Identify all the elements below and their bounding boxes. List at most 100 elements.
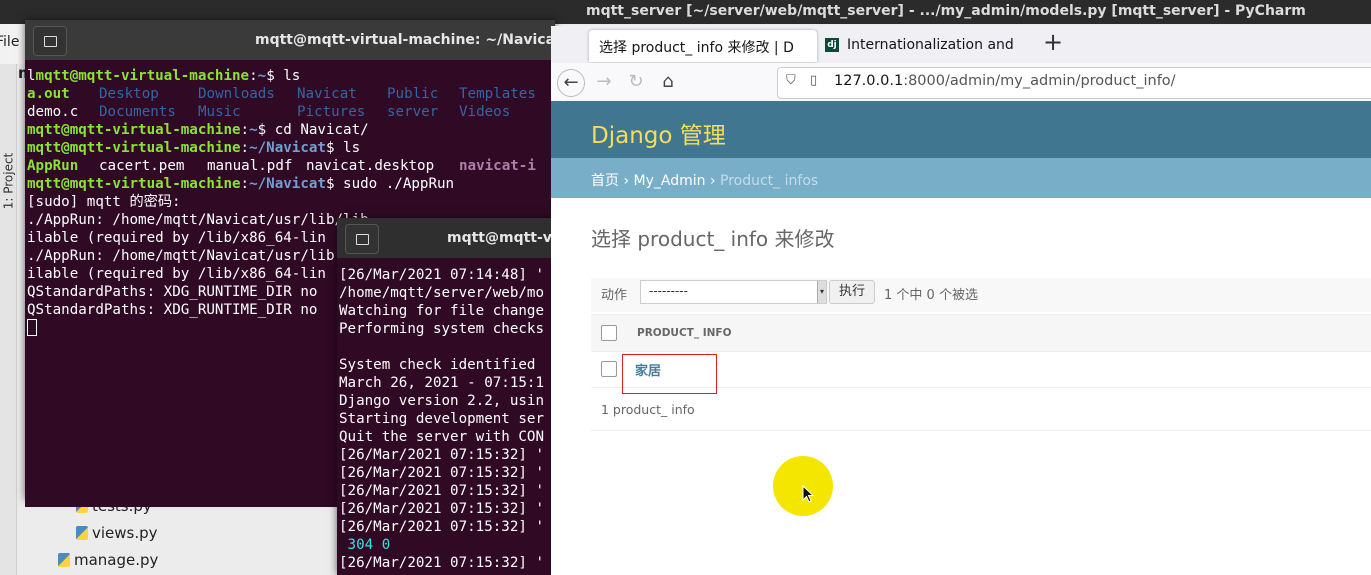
prompt-user: mqtt@mqtt-virtual-machine — [27, 140, 241, 156]
ls-entry: Templates — [459, 86, 536, 102]
prompt-user: mqtt@mqtt-virtual-machine — [27, 176, 241, 192]
breadcrumb-home[interactable]: 首页 — [591, 173, 619, 189]
breadcrumb-app[interactable]: My_Admin — [634, 173, 706, 189]
go-button[interactable]: 执行 — [829, 280, 875, 304]
ls-entry: cacert.pem — [99, 158, 185, 174]
shield-icon[interactable]: ⛉ — [786, 73, 796, 88]
output-line: Django version 2.2, usin — [339, 393, 544, 409]
prompt-user: mqtt@mqtt-virtual-machine — [27, 122, 241, 138]
browser-window[interactable]: 选择 product_ info 来修改 | D dj Internationa… — [551, 26, 1371, 575]
ls-entry: demo.c — [27, 104, 79, 120]
breadcrumb: 首页 › My_Admin › Product_ infos — [551, 158, 1371, 198]
ls-entry: manual.pdf — [207, 158, 293, 174]
terminal-output[interactable]: [26/Mar/2021 07:14:48] ' /home/mqtt/serv… — [337, 258, 553, 575]
file-manage-py[interactable]: manage.py — [58, 551, 158, 569]
breadcrumb-model: Product_ infos — [720, 173, 819, 189]
output-line: 304 0 — [339, 537, 391, 553]
breadcrumb-separator: › — [623, 173, 630, 189]
file-views-py[interactable]: views.py — [76, 524, 158, 542]
project-tool-strip[interactable]: 1: Project — [0, 64, 17, 575]
output-line: Watching for file change — [339, 303, 544, 319]
pycharm-title: mqtt_server [~/server/web/mqtt_server] -… — [586, 3, 1306, 19]
project-tab-label[interactable]: 1: Project — [1, 153, 15, 210]
terminal-title: mqtt@mqtt-virtual-machine: ~/Navicat — [255, 32, 562, 48]
output-line: [26/Mar/2021 07:15:32] ' — [339, 483, 544, 499]
actions-bar: 动作 --------- ▾ 执行 1 个中 0 个被选 — [591, 278, 1371, 312]
result-count-text: 1 product_ info — [601, 402, 695, 417]
select-all-checkbox[interactable] — [601, 325, 617, 341]
ls-entry: Desktop — [99, 86, 159, 102]
output-line: [26/Mar/2021 07:15:32] ' — [339, 465, 544, 481]
output-line: System check identified — [339, 357, 536, 373]
output-line: [26/Mar/2021 07:14:48] ' — [339, 267, 544, 283]
file-label: manage.py — [74, 551, 159, 569]
ls-entry: a.out — [27, 86, 70, 102]
prompt-path: ~/Navicat — [249, 140, 326, 156]
ls-entry: Documents — [99, 104, 176, 120]
tab-label: 选择 product_ info 来修改 | D — [599, 40, 794, 56]
back-icon[interactable]: ← — [557, 69, 585, 97]
result-count: 1 product_ info — [591, 387, 1371, 431]
command: $ ls — [266, 68, 301, 84]
tab-django-admin[interactable]: 选择 product_ info 来修改 | D — [589, 30, 817, 62]
ls-entry: server — [387, 104, 439, 120]
terminal-title: mqtt@mqtt-vi — [447, 230, 553, 246]
command: $ sudo ./AppRun — [325, 176, 455, 192]
chevron-down-icon: ▾ — [817, 281, 826, 303]
new-tab-icon[interactable] — [345, 224, 379, 254]
breadcrumb-separator: › — [709, 173, 716, 189]
url-host: 127.0.0.1 — [834, 73, 904, 89]
action-select[interactable]: --------- ▾ — [640, 280, 827, 304]
browser-navbar: ← → ↻ ⌂ ⛉ ▯ 127.0.0.1:8000/admin/my_admi… — [551, 63, 1371, 102]
browser-tabstrip: 选择 product_ info 来修改 | D dj Internationa… — [551, 26, 1371, 63]
ls-entry: Downloads — [198, 86, 275, 102]
url-bar[interactable]: ⛉ ▯ 127.0.0.1:8000/admin/my_admin/produc… — [777, 67, 1371, 99]
ls-entry: navicat.desktop — [306, 158, 435, 174]
output-line: /home/mqtt/server/web/mo — [339, 285, 544, 301]
column-header-product-info[interactable]: PRODUCT_ INFO — [637, 327, 732, 339]
output-line: [26/Mar/2021 07:15:32] ' — [339, 555, 544, 571]
python-file-icon — [58, 553, 70, 567]
url-text: 127.0.0.1:8000/admin/my_admin/product_in… — [834, 73, 1176, 89]
output-line: Starting development ser — [339, 411, 544, 427]
terminal-cursor — [27, 319, 37, 336]
tab-internationalization[interactable]: dj Internationalization and — [819, 30, 1047, 62]
ls-entry: Public — [387, 86, 439, 102]
ls-entry: navicat-i — [459, 158, 536, 174]
forward-icon[interactable]: → — [591, 69, 617, 95]
command: $ cd Navicat/ — [257, 122, 369, 138]
output-line: [26/Mar/2021 07:15:32] ' — [339, 519, 544, 535]
action-select-value: --------- — [649, 284, 688, 298]
ls-entry: Music — [198, 104, 241, 120]
terminal-titlebar[interactable]: mqtt@mqtt-virtual-machine: ~/Navicat — [25, 20, 562, 60]
django-favicon-icon: dj — [825, 38, 839, 52]
output-line: [26/Mar/2021 07:15:32] ' — [339, 501, 544, 517]
home-icon[interactable]: ⌂ — [655, 69, 681, 95]
python-file-icon — [76, 526, 88, 540]
ls-entry: AppRun — [27, 158, 79, 174]
selection-counter: 1 个中 0 个被选 — [884, 288, 978, 303]
reload-icon[interactable]: ↻ — [623, 69, 649, 95]
page-title: 选择 product_ info 来修改 — [591, 227, 835, 251]
django-header: Django 管理 — [551, 101, 1371, 158]
new-tab-icon[interactable] — [33, 26, 67, 56]
prompt-path: ~ — [249, 122, 258, 138]
new-tab-button[interactable]: + — [1043, 28, 1063, 56]
prompt-user: mqtt@mqtt-virtual-machine — [35, 68, 250, 84]
ls-entry: Pictures — [297, 104, 366, 120]
output-line: March 26, 2021 - 07:15:1 — [339, 375, 544, 391]
output-line: [sudo] mqtt 的密码: — [27, 194, 181, 210]
django-brand[interactable]: Django 管理 — [591, 116, 726, 150]
url-path: :8000/admin/my_admin/product_info/ — [903, 73, 1176, 89]
prompt-path: ~/Navicat — [249, 176, 326, 192]
terminal-titlebar[interactable]: mqtt@mqtt-vi — [337, 218, 553, 258]
page-icon: ▯ — [810, 73, 818, 88]
output-line: [26/Mar/2021 07:15:32] ' — [339, 447, 544, 463]
terminal-window-server[interactable]: mqtt@mqtt-vi [26/Mar/2021 07:14:48] ' /h… — [337, 218, 553, 575]
ls-entry: Navicat — [297, 86, 357, 102]
menu-file-label: File — [0, 34, 20, 50]
mouse-pointer-icon — [802, 485, 815, 503]
row-checkbox[interactable] — [601, 361, 617, 377]
table-header: PRODUCT_ INFO — [591, 314, 1371, 352]
